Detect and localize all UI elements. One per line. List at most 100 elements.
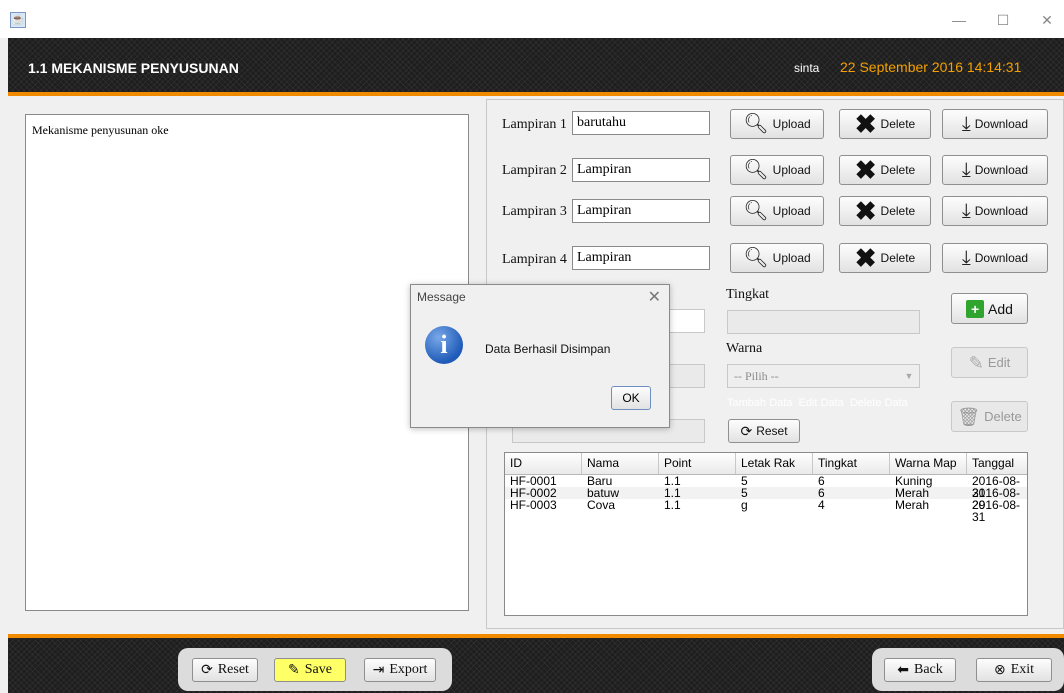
export-icon: ⇥ (372, 662, 385, 678)
magnifier-icon: 🔍︎ (743, 200, 769, 222)
download-button[interactable]: ⤓ Download (942, 155, 1048, 185)
add-label: Add (988, 300, 1013, 317)
delete-button[interactable]: ✖ Delete (839, 243, 931, 273)
delete-button[interactable]: ✖ Delete (839, 155, 931, 185)
magnifier-icon: 🔍︎ (743, 247, 769, 269)
content-textarea[interactable]: Mekanisme penyusunan oke (25, 114, 469, 611)
dialog-title: Message (417, 290, 466, 304)
download-icon: ⤓ (961, 247, 971, 269)
table-cell: 1.1 (664, 498, 681, 512)
page-title: 1.1 MEKANISME PENYUSUNAN (28, 60, 239, 76)
download-button[interactable]: ⤓ Download (942, 196, 1048, 226)
action-links: Tambah Data Edit Data Delete Data (727, 397, 914, 409)
column-header[interactable]: Letak Rak (736, 453, 813, 474)
column-header[interactable]: Tanggal (967, 453, 1027, 474)
export-button[interactable]: ⇥ Export (364, 658, 436, 682)
table-row[interactable]: HF-0001 Baru 1.1 5 6 Kuning 2016-08-31 (505, 475, 1027, 499)
download-icon: ⤓ (961, 159, 971, 181)
tambah-data-link[interactable]: Tambah Data (727, 397, 792, 409)
column-header[interactable]: ID (505, 453, 582, 474)
column-header[interactable]: Warna Map (890, 453, 967, 474)
magnifier-icon: 🔍︎ (743, 113, 769, 135)
delete-button[interactable]: ✖ Delete (839, 196, 931, 226)
delete-button[interactable]: ✖ Delete (839, 109, 931, 139)
back-button[interactable]: ⬅ Back (884, 658, 956, 682)
minimize-icon[interactable]: — (944, 8, 974, 32)
upload-button[interactable]: 🔍︎ Upload (730, 196, 824, 226)
x-icon: ✖ (854, 243, 877, 273)
edit-data-link[interactable]: Edit Data (798, 397, 843, 409)
attachment-field[interactable]: Lampiran (572, 199, 710, 223)
table-cell: Merah (895, 498, 930, 512)
close-window-icon[interactable]: ✕ (1032, 8, 1062, 32)
user-name: sinta (794, 61, 820, 75)
exit-label: Exit (1010, 662, 1035, 677)
download-label: Download (974, 204, 1029, 218)
app-header: 1.1 MEKANISME PENYUSUNAN sinta 22 Septem… (8, 38, 1064, 96)
close-icon[interactable]: ✕ (648, 287, 661, 307)
column-header[interactable]: Tingkat (813, 453, 890, 474)
delete-row-label: Delete (984, 409, 1022, 424)
warna-select[interactable]: -- Pilih -- ▼ (727, 364, 920, 388)
attachment-label: Lampiran 4 (502, 252, 567, 267)
table-row[interactable]: HF-0003 Cova 1.1 g 4 Merah 2016-08-31 (505, 498, 1027, 523)
table-header: ID Nama Point Letak Rak Tingkat Warna Ma… (505, 453, 1027, 475)
upload-label: Upload (772, 204, 811, 218)
save-button[interactable]: ✎ Save (274, 658, 346, 682)
pencil-icon: ✎ (968, 352, 984, 373)
exit-button[interactable]: ⊗ Exit (976, 658, 1052, 682)
download-button[interactable]: ⤓ Download (942, 109, 1048, 139)
table-row[interactable]: HF-0002 batuw 1.1 5 6 Merah 2016-08-29 (505, 487, 1027, 511)
delete-label: Delete (880, 163, 916, 177)
tingkat-field (727, 310, 920, 334)
reset-button[interactable]: ⟳ Reset (192, 658, 258, 682)
add-button[interactable]: + Add (951, 293, 1028, 324)
table-cell: 4 (818, 498, 825, 512)
warna-label: Warna (726, 341, 763, 356)
attachment-field[interactable]: Lampiran (572, 246, 710, 270)
x-icon: ✖ (854, 196, 877, 226)
delete-data-link[interactable]: Delete Data (850, 397, 908, 409)
app-icon: ☕ (10, 12, 26, 28)
table-cell: HF-0003 (510, 498, 557, 512)
table-cell: Cova (587, 498, 616, 512)
form-reset-label: Reset (756, 424, 788, 438)
download-button[interactable]: ⤓ Download (942, 243, 1048, 273)
arrow-left-icon: ⬅ (897, 662, 909, 678)
delete-label: Delete (880, 117, 916, 131)
maximize-icon[interactable]: ☐ (988, 8, 1018, 32)
delete-label: Delete (880, 204, 916, 218)
delete-row-button: 🗑︎ Delete (951, 401, 1028, 432)
column-header[interactable]: Nama (582, 453, 659, 474)
pencil-icon: ✎ (288, 662, 300, 678)
window-titlebar: ☕ — ☐ ✕ (0, 0, 1064, 38)
column-header[interactable]: Point (659, 453, 736, 474)
attachment-label: Lampiran 2 (502, 163, 567, 178)
export-label: Export (389, 662, 428, 677)
ok-button[interactable]: OK (611, 386, 651, 410)
upload-label: Upload (772, 117, 811, 131)
upload-label: Upload (772, 163, 811, 177)
x-icon: ✖ (854, 109, 877, 139)
datetime: 22 September 2016 14:14:31 (840, 59, 1022, 75)
info-icon: i (425, 326, 463, 364)
tingkat-label: Tingkat (726, 287, 770, 302)
close-circle-icon: ⊗ (993, 662, 1006, 678)
upload-button[interactable]: 🔍︎ Upload (730, 243, 824, 273)
attachment-field[interactable]: barutahu (572, 111, 710, 135)
attachment-label: Lampiran 3 (502, 204, 567, 219)
message-dialog: Message ✕ i Data Berhasil Disimpan OK (410, 284, 670, 428)
download-label: Download (974, 163, 1029, 177)
delete-label: Delete (880, 251, 916, 265)
upload-label: Upload (772, 251, 811, 265)
footer-left-group: ⟳ Reset ✎ Save ⇥ Export (178, 648, 452, 691)
upload-button[interactable]: 🔍︎ Upload (730, 109, 824, 139)
trash-icon: 🗑︎ (957, 406, 981, 427)
form-reset-button[interactable]: ⟳ Reset (728, 419, 800, 443)
dialog-message: Data Berhasil Disimpan (485, 342, 611, 356)
upload-button[interactable]: 🔍︎ Upload (730, 155, 824, 185)
download-label: Download (974, 117, 1029, 131)
attachment-label: Lampiran 1 (502, 117, 567, 132)
attachment-field[interactable]: Lampiran (572, 158, 710, 182)
edit-button: ✎ Edit (951, 347, 1028, 378)
